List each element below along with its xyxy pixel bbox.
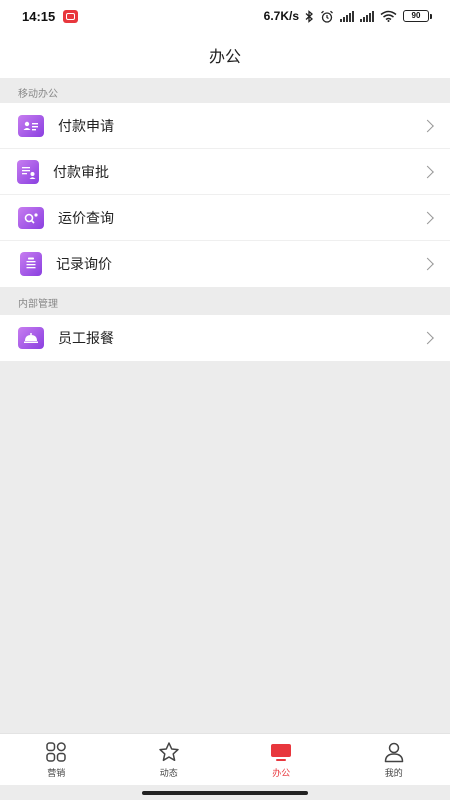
section-label-internal-management: 内部管理 <box>18 299 58 310</box>
signal-icon <box>340 10 354 22</box>
menu-item-label: 付款审批 <box>53 163 109 180</box>
notification-app-icon <box>63 9 79 23</box>
menu-item-label: 员工报餐 <box>58 330 114 346</box>
chevron-right-icon <box>421 257 434 271</box>
menu-list-mobile-office: 付款申请 付款审批 运价查询 记录询价 <box>0 103 450 287</box>
monitor-icon <box>271 743 292 761</box>
nav-label: 营销 <box>47 767 66 778</box>
star-icon <box>159 741 179 761</box>
section-label-mobile-office: 移动办公 <box>18 89 58 100</box>
menu-item-label: 运价查询 <box>58 209 114 226</box>
nav-item-mine[interactable]: 我的 <box>338 734 450 785</box>
wifi-icon <box>380 10 397 22</box>
battery-icon: 90 <box>403 10 432 22</box>
chevron-right-icon <box>421 211 434 224</box>
menu-item-label: 付款申请 <box>58 117 114 134</box>
status-bar: 14:15 6.7K/s 90 <box>0 0 450 32</box>
grid-icon <box>46 741 67 762</box>
menu-item-payment-request[interactable]: 付款申请 <box>0 103 450 149</box>
battery-level: 90 <box>403 10 429 22</box>
home-indicator[interactable] <box>142 791 308 795</box>
menu-item-label: 记录询价 <box>56 256 112 272</box>
chevron-right-icon <box>421 165 434 178</box>
meal-cloche-icon <box>18 327 44 349</box>
bottom-nav: 营销 动态 办公 我的 <box>0 733 450 785</box>
chevron-right-icon <box>421 119 434 132</box>
user-icon <box>384 742 403 762</box>
chevron-right-icon <box>421 331 434 345</box>
bluetooth-icon <box>305 9 313 23</box>
nav-label: 我的 <box>384 767 403 778</box>
menu-item-record-inquiry[interactable]: 记录询价 <box>0 241 450 287</box>
nav-item-marketing[interactable]: 营销 <box>0 734 113 785</box>
menu-item-freight-query[interactable]: 运价查询 <box>0 195 450 241</box>
page-header: 办公 <box>0 32 450 78</box>
alarm-icon <box>321 10 333 23</box>
signal-icon <box>360 10 374 22</box>
nav-item-dynamics[interactable]: 动态 <box>113 734 226 785</box>
clipboard-icon <box>20 252 42 276</box>
nav-label: 办公 <box>272 767 291 778</box>
document-user-icon <box>17 159 39 184</box>
status-time: 14:15 <box>22 8 56 24</box>
menu-list-internal-management: 员工报餐 <box>0 315 450 361</box>
menu-item-staff-meal[interactable]: 员工报餐 <box>0 315 450 361</box>
menu-item-payment-approval[interactable]: 付款审批 <box>0 149 450 195</box>
nav-item-office[interactable]: 办公 <box>225 734 338 785</box>
network-speed: 6.7K/s <box>263 9 299 23</box>
nav-label: 动态 <box>159 767 178 778</box>
page-title: 办公 <box>208 49 241 66</box>
id-card-icon <box>18 114 44 137</box>
search-image-icon <box>18 206 44 229</box>
